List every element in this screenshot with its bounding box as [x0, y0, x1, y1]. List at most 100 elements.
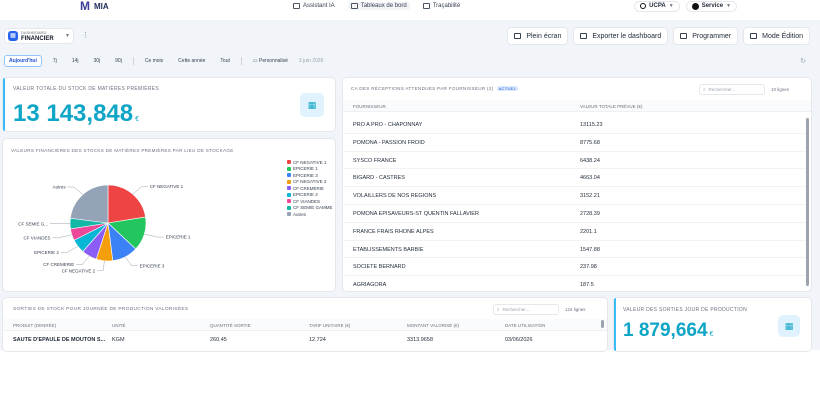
- legend-swatch: [287, 186, 291, 191]
- table-row[interactable]: POMONA - PASSION FROID 8775.68: [343, 134, 807, 152]
- kpi-accent-bar: [3, 78, 5, 131]
- more-options-icon[interactable]: ⋮: [82, 31, 89, 39]
- export-button[interactable]: Exporter le dashboard: [573, 27, 669, 45]
- unit-price-cell: 12.724: [309, 337, 326, 343]
- supplier-cell: PRO A PRO - CHAPONNAY: [353, 122, 423, 128]
- kpi-outputs-value: 1 879,664: [623, 320, 708, 341]
- current-date: 3 juin 2026: [298, 58, 324, 64]
- outputs-search-input[interactable]: ⌕ Rechercher...: [493, 304, 559, 315]
- value-cell: 187.5: [580, 282, 594, 289]
- fullscreen-button[interactable]: Plein écran: [507, 27, 569, 45]
- main-nav: Assistant IA Tableaux de bord Traçabilit…: [290, 0, 463, 12]
- refresh-icon[interactable]: ↻: [800, 57, 806, 65]
- schedule-button[interactable]: Programmer: [673, 27, 739, 45]
- table-row[interactable]: VOLAILLERS DE NOS REGIONS 3152.21: [343, 187, 807, 205]
- app-logo[interactable]: M MIA: [80, 0, 109, 12]
- boxes-icon: ▦: [300, 93, 324, 117]
- legend-item[interactable]: CF NEGATIVE 1: [287, 159, 333, 166]
- column-header[interactable]: DATE UTILISATION: [505, 323, 545, 328]
- legend-label: EPICERIE 1: [293, 166, 318, 172]
- pie-callout-line: [60, 246, 79, 253]
- period-14d[interactable]: 14j: [68, 56, 83, 66]
- column-header[interactable]: VALEUR TOTALE PRÉVUE (€): [580, 104, 642, 109]
- search-icon: ⌕: [497, 307, 500, 312]
- outputs-title: SORTIES DE STOCK POUR JOURNÉE DE PRODUCT…: [13, 307, 189, 312]
- user-menu[interactable]: Service ▼: [685, 0, 737, 12]
- table-row[interactable]: POMONA EPISAVEURS-ST QUENTIN FALLAVIER 27…: [343, 205, 807, 223]
- legend-item[interactable]: Autres: [287, 211, 333, 218]
- current-badge: Actuel: [496, 86, 519, 91]
- receptions-search-input[interactable]: ⌕ Rechercher...: [699, 84, 765, 95]
- column-header[interactable]: QUANTITÉ SORTIE: [210, 323, 251, 328]
- pie-slice[interactable]: [107, 184, 146, 224]
- fullscreen-label: Plein écran: [526, 32, 562, 40]
- receptions-scrollbar[interactable]: [806, 118, 809, 286]
- column-header[interactable]: FOURNISSEUR: [353, 104, 386, 109]
- period-custom[interactable]: ▭ Personnalisé: [249, 56, 292, 66]
- receptions-title-text: CA DES RÉCEPTIONS ATTENDUES PAR FOURNISS…: [351, 86, 494, 91]
- kpi-stock-unit: €: [135, 116, 140, 123]
- nav-item-traceability[interactable]: Traçabilité: [420, 2, 463, 10]
- pie-callout-line: [97, 260, 105, 272]
- dashboard-selector[interactable]: ▦ DASHBOARD FINANCIER ▼: [4, 28, 74, 44]
- table-row[interactable]: ETABLISSEMENTS BARBIE 1547.88: [343, 241, 807, 259]
- column-header[interactable]: TARIF UNITAIRE (€): [309, 323, 350, 328]
- nav-item-dashboards[interactable]: Tableaux de bord: [347, 2, 410, 10]
- boxes-icon: ▦: [778, 315, 800, 337]
- user-label: Service: [701, 3, 724, 9]
- legend-swatch: [287, 192, 291, 197]
- nav-item-assistant[interactable]: Assistant IA: [290, 2, 338, 10]
- pie-callout-label: EPICERIE 2: [34, 250, 59, 255]
- legend-item[interactable]: CF SEMIE GAMME: [287, 205, 333, 212]
- legend-label: CF CREMERIE: [293, 185, 325, 191]
- download-icon: [580, 33, 588, 39]
- pie-callout-line: [132, 186, 148, 195]
- receptions-table-header: FOURNISSEUR VALEUR TOTALE PRÉVUE (€): [343, 100, 811, 112]
- period-today[interactable]: Aujourd'hui: [4, 55, 42, 67]
- globe-icon: [640, 3, 647, 9]
- period-this-year[interactable]: Cette année: [174, 56, 209, 66]
- chevron-down-icon: ▼: [668, 3, 674, 9]
- column-header[interactable]: UNITÉ: [112, 323, 126, 328]
- legend-label: CF NEGATIVE 1: [293, 159, 327, 165]
- legend-item[interactable]: CF NEGATIVE 2: [287, 179, 333, 186]
- value-cell: 2201.1: [580, 228, 597, 235]
- pie-slice[interactable]: [69, 184, 109, 224]
- period-this-month[interactable]: Ce mois: [141, 56, 167, 66]
- org-selector[interactable]: UCPA ▼: [634, 0, 680, 12]
- table-row[interactable]: FRANCE FRAIS RHONE ALPES 2201.1: [343, 223, 807, 241]
- edit-mode-button[interactable]: Mode Édition: [743, 27, 810, 45]
- table-row[interactable]: PRO A PRO - CHAPONNAY 13115.23: [343, 116, 807, 134]
- period-7d[interactable]: 7j: [49, 56, 61, 66]
- table-row[interactable]: BIGARD - CASTRES 4663.04: [343, 169, 807, 188]
- product-cell: SAUTE D'EPAULE DE MOUTON S...: [13, 337, 106, 343]
- table-row[interactable]: SAUTE D'EPAULE DE MOUTON S... KGM 260.45 12…: [3, 335, 603, 351]
- value-cell: 8775.68: [580, 139, 600, 146]
- period-all[interactable]: Tout: [216, 56, 233, 66]
- date-cell: 03/06/2026: [505, 337, 533, 343]
- column-header[interactable]: MONTANT VALORISÉ (€): [407, 323, 459, 328]
- pie-callout-line: [52, 234, 72, 239]
- column-header[interactable]: PRODUIT (DENRÉE): [13, 323, 56, 328]
- value-cell: 2728.39: [580, 211, 600, 217]
- legend-swatch: [287, 166, 291, 171]
- divider: [240, 57, 242, 65]
- table-row[interactable]: SYSCO FRANCE 6438.24: [343, 152, 807, 170]
- pie-callout-line: [144, 233, 164, 238]
- outputs-scrollbar[interactable]: [601, 320, 604, 328]
- grid-icon: [350, 3, 358, 9]
- supplier-cell: FRANCE FRAIS RHONE ALPES: [353, 228, 434, 235]
- period-90d[interactable]: 90j: [111, 56, 126, 66]
- nav-item-label: Traçabilité: [432, 3, 461, 9]
- legend-swatch: [287, 173, 291, 178]
- kpi-stock-value-wrap: 13 143,848 €: [13, 100, 139, 128]
- table-row[interactable]: AGRIAGORA 187.5: [343, 276, 807, 291]
- table-row[interactable]: SOCIETE BERNARD 237.98: [343, 258, 807, 277]
- dashboard-icon: ▦: [8, 31, 18, 41]
- amount-cell: 3313.9658: [407, 337, 433, 343]
- search-icon: ⌕: [703, 87, 706, 92]
- unit-cell: KGM: [112, 337, 125, 343]
- period-30d[interactable]: 30j: [89, 56, 104, 66]
- supplier-cell: POMONA - PASSION FROID: [353, 139, 425, 146]
- divider: [132, 57, 134, 65]
